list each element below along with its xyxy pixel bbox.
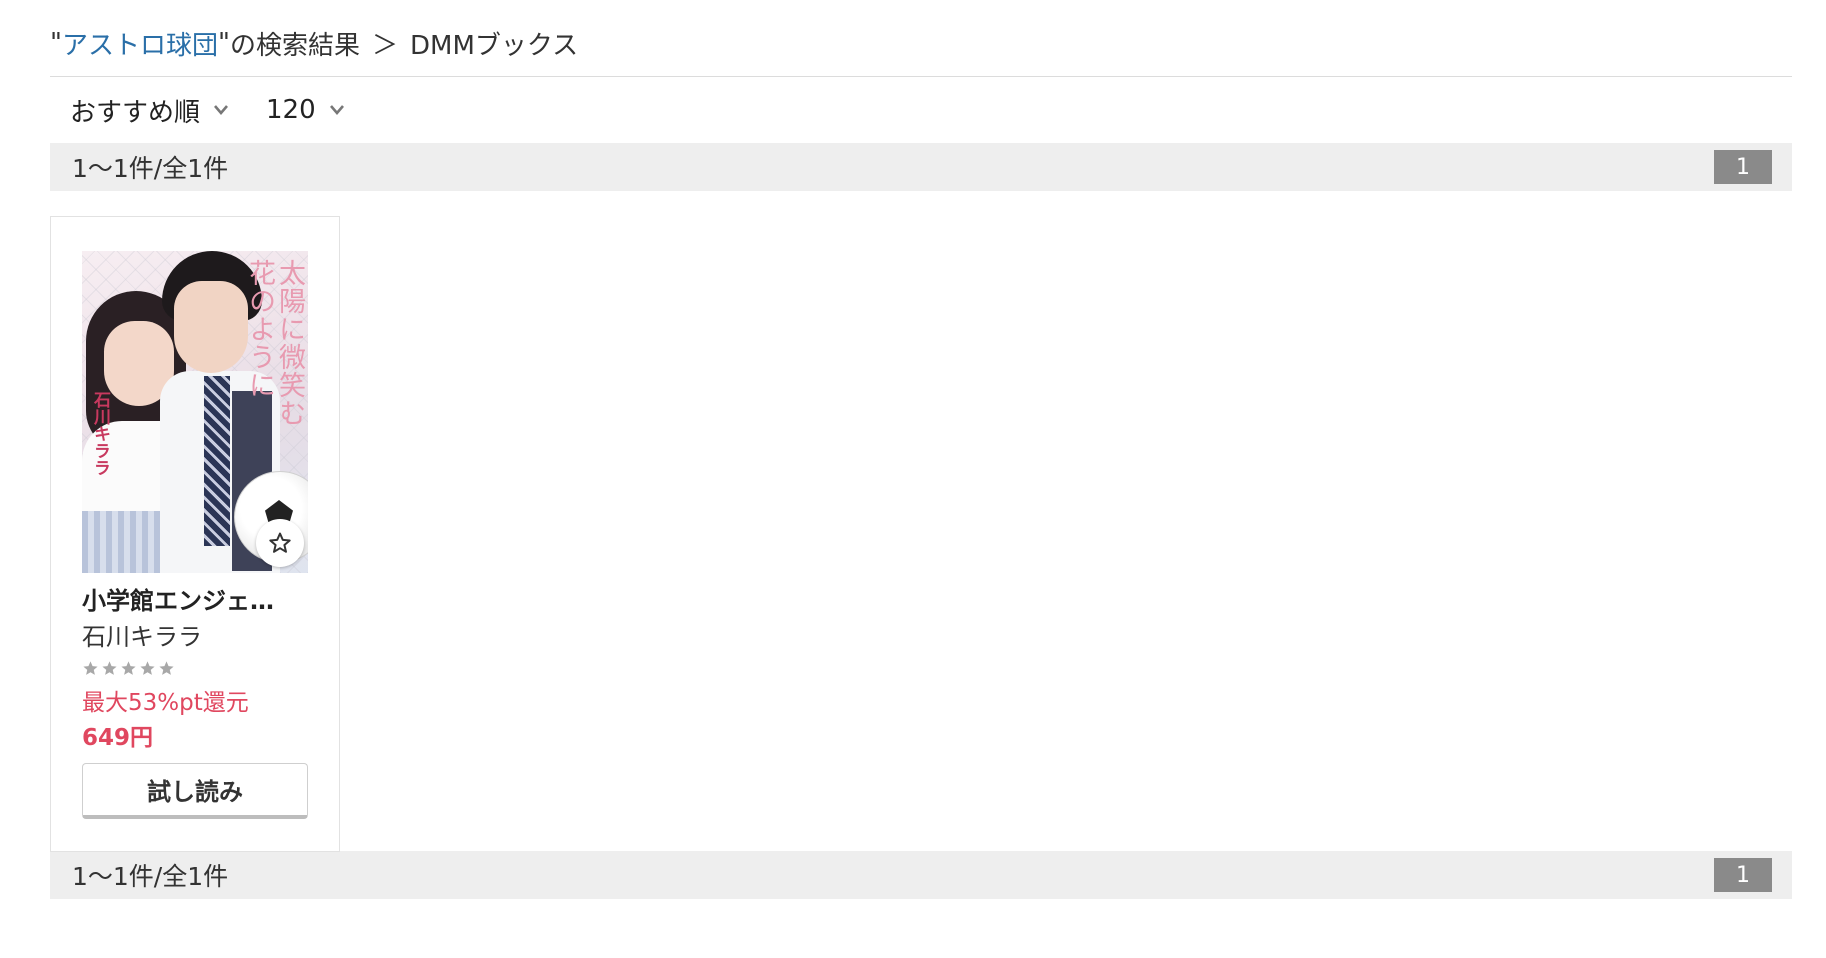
breadcrumb-suffix: の検索結果 <box>229 30 360 61</box>
star-icon <box>159 660 174 675</box>
breadcrumb-store: DMMブックス <box>409 30 579 61</box>
breadcrumb-separator: ＞ <box>371 30 398 61</box>
sort-bar: おすすめ順 120 <box>50 77 1792 143</box>
star-icon <box>102 660 117 675</box>
product-title-link[interactable]: 小学館エンジェ… <box>82 585 308 617</box>
star-icon <box>140 660 155 675</box>
product-price: 649円 <box>82 725 154 751</box>
sort-order-select[interactable]: おすすめ順 <box>70 92 230 129</box>
result-count-bar-bottom: 1〜1件/全1件 1 <box>50 851 1792 899</box>
breadcrumb: " アストロ球団 " の検索結果 ＞ DMMブックス <box>50 0 1792 77</box>
per-page-label: 120 <box>266 95 316 125</box>
result-count-text: 1〜1件/全1件 <box>72 154 229 183</box>
product-author-link[interactable]: 石川キララ <box>82 621 308 653</box>
star-icon <box>83 660 98 675</box>
page-button-1[interactable]: 1 <box>1714 858 1772 892</box>
chevron-down-icon <box>329 105 344 115</box>
trial-read-button[interactable]: 試し読み <box>82 763 308 819</box>
per-page-select[interactable]: 120 <box>266 95 346 125</box>
rating-stars <box>82 657 308 679</box>
result-count-text: 1〜1件/全1件 <box>72 862 229 891</box>
chevron-down-icon <box>214 105 229 115</box>
product-card: 太陽に微笑む 花のように 石川キララ 小学館エンジェ… 石川キララ 最大53%p… <box>50 216 340 852</box>
breadcrumb-quote-open: " <box>50 28 62 58</box>
star-icon <box>121 660 136 675</box>
breadcrumb-keyword-link[interactable]: アストロ球団 <box>62 25 218 62</box>
cover-author-text: 石川キララ <box>90 391 110 476</box>
search-results-page: " アストロ球団 " の検索結果 ＞ DMMブックス おすすめ順 120 1〜1件/全1… <box>50 0 1792 899</box>
product-grid: 太陽に微笑む 花のように 石川キララ 小学館エンジェ… 石川キララ 最大53%p… <box>50 191 1792 852</box>
sort-order-label: おすすめ順 <box>70 97 201 128</box>
favorite-button[interactable] <box>256 519 304 567</box>
cover-title-text: 太陽に微笑む 花のように <box>244 259 305 427</box>
point-back-text: 最大53%pt還元 <box>82 690 249 716</box>
product-cover-image[interactable]: 太陽に微笑む 花のように 石川キララ <box>82 251 308 573</box>
star-outline-icon <box>269 532 291 553</box>
result-count-bar-top: 1〜1件/全1件 1 <box>50 143 1792 191</box>
breadcrumb-quote-close: " <box>217 28 230 58</box>
page-button-1[interactable]: 1 <box>1714 150 1772 184</box>
